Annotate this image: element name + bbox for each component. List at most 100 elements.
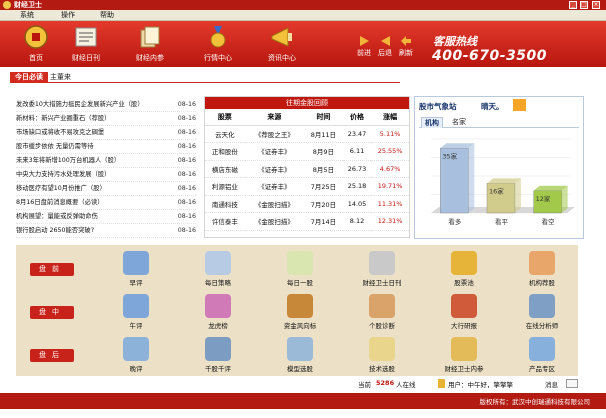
- stock-name[interactable]: 南通科技: [205, 195, 245, 213]
- toolbar-insider-button[interactable]: 财经内参: [128, 24, 172, 63]
- function-online-analyst[interactable]: 在线分析师: [512, 294, 572, 330]
- menu-help[interactable]: 帮助: [100, 10, 114, 21]
- list-item[interactable]: 新材料：新兴产业圈重石（荐股） 08-16: [16, 112, 196, 126]
- function-capital-flow[interactable]: 资金风向标: [270, 294, 330, 330]
- function-noon-review[interactable]: 午评: [106, 294, 166, 330]
- message-icon[interactable]: [566, 379, 578, 388]
- list-item[interactable]: 中央大力支持污水处理发展（股） 08-16: [16, 168, 196, 182]
- function-daily-journal[interactable]: 财经卫士日刊: [352, 251, 412, 287]
- function-daily-strategy[interactable]: 每日策略: [188, 251, 248, 287]
- news-title[interactable]: 股市缓步依依 无量仍需等待: [16, 140, 166, 154]
- function-stock-comments[interactable]: 千股千评: [188, 337, 248, 373]
- stock-time: 7月25日: [304, 177, 343, 196]
- maximize-button[interactable]: □: [580, 1, 588, 9]
- news-date: 08-16: [177, 143, 196, 150]
- stock-price: 6.11: [342, 142, 372, 161]
- list-item[interactable]: 银行股启动 2650能否突破? 08-16: [16, 224, 196, 238]
- news-title[interactable]: 机构展望：量能或反弹助命伤: [16, 210, 166, 224]
- news-date: 08-16: [177, 227, 196, 234]
- toolbar-market-button[interactable]: 行情中心: [196, 24, 240, 63]
- news-title[interactable]: 8月16日盘前消息概要（必读）: [16, 196, 166, 210]
- toolbar-home-button[interactable]: 首页: [14, 24, 58, 63]
- stock-name[interactable]: 利源铝业: [205, 177, 245, 196]
- tab-institution[interactable]: 机构: [421, 117, 443, 128]
- stock-source: 《证券丰》: [244, 142, 305, 161]
- cube-icon: [529, 337, 555, 361]
- function-label: 财经卫士内参: [444, 365, 484, 373]
- table-row[interactable]: 正和股份 《证券丰》 8月9日 6.11 25.55%: [205, 142, 409, 161]
- stock-gain: 25.55%: [371, 142, 409, 161]
- function-dragon-tiger-list[interactable]: 龙虎榜: [188, 294, 248, 330]
- table-row[interactable]: 南通科技 《金股扫描》 7月20日 14.05 11.31%: [205, 195, 409, 213]
- list-item[interactable]: 股市缓步依依 无量仍需等待 08-16: [16, 140, 196, 154]
- clipboard-icon: [123, 251, 149, 275]
- news-title[interactable]: 新材料：新兴产业圈重石（荐股）: [16, 112, 166, 126]
- stock-time: 7月14日: [304, 212, 343, 231]
- message-label[interactable]: 消息: [545, 379, 558, 389]
- news-date: 08-16: [177, 115, 196, 122]
- online-suffix: 人在线: [396, 381, 416, 389]
- news-title[interactable]: 发改委10大措施力挺民企发展新兴产业（股）: [16, 98, 166, 112]
- stock-time: 8月9日: [304, 142, 343, 161]
- close-button[interactable]: ×: [592, 1, 600, 9]
- function-daily-stock[interactable]: 每日一股: [270, 251, 330, 287]
- table-row[interactable]: 许信泰丰 《金股扫描》 7月14日 8.12 12.31%: [205, 212, 409, 231]
- magnifier-icon: [205, 251, 231, 275]
- column-header-source: 来源: [244, 109, 305, 126]
- stock-name[interactable]: 横店东磁: [205, 160, 245, 178]
- list-item[interactable]: 未来3年将新增100万台机器人（股） 08-16: [16, 154, 196, 168]
- menu-system[interactable]: 系统: [20, 10, 34, 21]
- function-label: 机构荐股: [529, 279, 555, 287]
- table-row[interactable]: 云天化 《荐股之王》 8月11日 23.47 5.11%: [205, 125, 409, 143]
- news-title[interactable]: 银行股启动 2650能否突破?: [16, 224, 166, 238]
- title-bar: 财经卫士 _ □ ×: [0, 0, 606, 10]
- function-label: 股票池: [454, 279, 474, 287]
- news-title[interactable]: 未来3年将新增100万台机器人（股）: [16, 154, 166, 168]
- refresh-button[interactable]: 刷新: [394, 36, 418, 58]
- list-item[interactable]: 市场缺口或将收不易攻克之碉堡 08-16: [16, 126, 196, 140]
- toolbar-info-button[interactable]: 资讯中心: [260, 24, 304, 63]
- menu-bar: 系统 操作 帮助: [0, 10, 606, 21]
- function-product-zone[interactable]: 产品专区: [512, 337, 572, 373]
- news-date: 08-16: [177, 101, 196, 108]
- pencil-icon: [123, 337, 149, 361]
- stock-name[interactable]: 云天化: [205, 125, 245, 143]
- function-research-reports[interactable]: 大行研报: [434, 294, 494, 330]
- table-row[interactable]: 利源铝业 《证券丰》 7月25日 25.18 19.71%: [205, 177, 409, 196]
- news-title[interactable]: 中央大力支持污水处理发展（股）: [16, 168, 166, 182]
- stock-gain: 12.31%: [371, 212, 409, 231]
- user-icon: [438, 379, 445, 388]
- function-stock-pool[interactable]: 股票池: [434, 251, 494, 287]
- ticker-text[interactable]: 主董来: [50, 72, 71, 83]
- column-header-price: 价格: [342, 109, 372, 126]
- toolbar-insider-label: 财经内参: [136, 54, 164, 62]
- clipboard-pen-icon: [123, 294, 149, 318]
- list-item[interactable]: 发改委10大措施力挺民企发展新兴产业（股） 08-16: [16, 98, 196, 112]
- function-model-picking[interactable]: 模型选股: [270, 337, 330, 373]
- toolbar-daily-button[interactable]: 财经日刊: [64, 24, 108, 63]
- list-item[interactable]: 机构展望：量能或反弹助命伤 08-16: [16, 210, 196, 224]
- stock-name[interactable]: 正和股份: [205, 142, 245, 161]
- minimize-button[interactable]: _: [569, 1, 577, 9]
- news-title[interactable]: 移动医疗有望10月份推广（股）: [16, 182, 166, 196]
- function-label: 午评: [129, 322, 143, 330]
- function-stock-diagnosis[interactable]: 个股诊断: [352, 294, 412, 330]
- list-item[interactable]: 8月16日盘前消息概要（必读） 08-16: [16, 196, 196, 210]
- stock-price: 25.18: [342, 177, 372, 196]
- table-row[interactable]: 横店东磁 《证券丰》 8月5日 26.73 4.67%: [205, 160, 409, 178]
- tab-experts[interactable]: 名家: [449, 117, 469, 128]
- function-label: 龙虎榜: [208, 322, 228, 330]
- function-evening-review[interactable]: 晚评: [106, 337, 166, 373]
- news-title[interactable]: 市场缺口或将收不易攻克之碉堡: [16, 126, 166, 140]
- function-insider-report[interactable]: 财经卫士内参: [434, 337, 494, 373]
- window-title: 财经卫士: [14, 1, 42, 9]
- arrow-left-icon: [380, 36, 390, 46]
- list-item[interactable]: 移动医疗有望10月份推广（股） 08-16: [16, 182, 196, 196]
- function-institution-picks[interactable]: 机构荐股: [512, 251, 572, 287]
- function-morning-review[interactable]: 早评: [106, 251, 166, 287]
- menu-operation[interactable]: 操作: [61, 10, 75, 21]
- function-technical-picking[interactable]: 技术选股: [352, 337, 412, 373]
- analyst-icon: [529, 294, 555, 318]
- bar-value-label: 12家: [536, 194, 551, 203]
- stock-name[interactable]: 许信泰丰: [205, 212, 245, 231]
